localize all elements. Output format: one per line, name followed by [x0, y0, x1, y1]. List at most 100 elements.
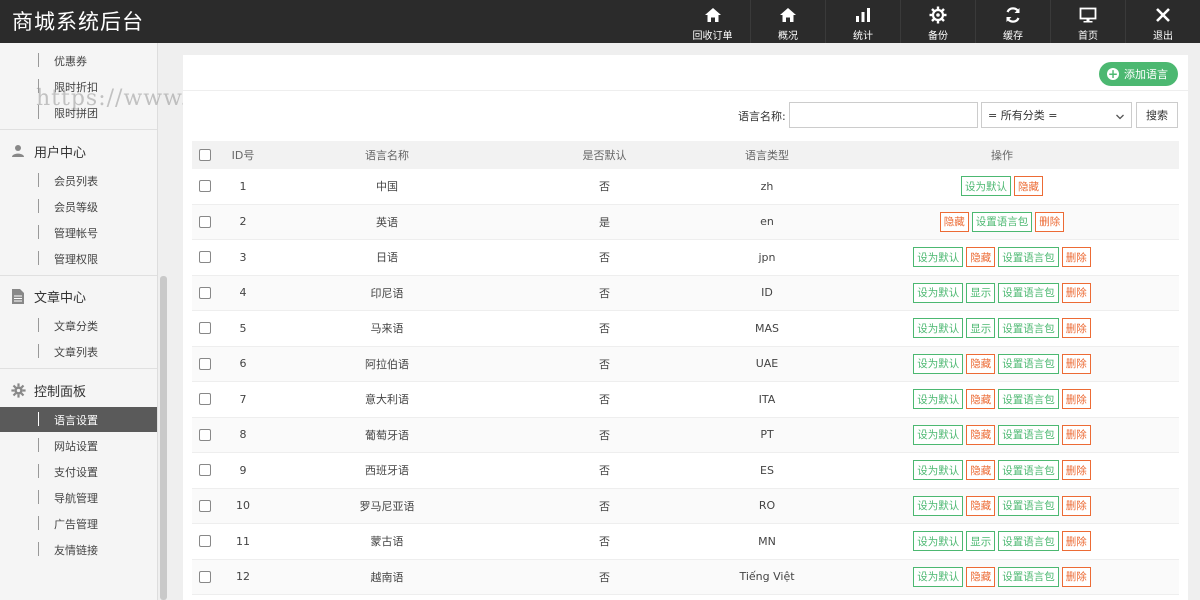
cell-is-default: 否 [599, 180, 610, 194]
set-default-button[interactable]: 设为默认 [913, 247, 964, 268]
hide-button[interactable]: 隐藏 [966, 566, 996, 587]
set-default-button[interactable]: 设为默认 [913, 389, 964, 410]
delete-button[interactable]: 删除 [1061, 495, 1091, 516]
home-icon [703, 5, 723, 25]
hide-button[interactable]: 隐藏 [939, 211, 969, 232]
language-pack-button[interactable]: 设置语言包 [998, 531, 1059, 552]
language-pack-button[interactable]: 设置语言包 [971, 211, 1033, 232]
delete-button[interactable]: 删除 [1061, 282, 1091, 303]
row-checkbox[interactable] [199, 535, 211, 548]
tree-branch [38, 464, 39, 478]
sidebar-item-payment-settings[interactable]: 支付设置 [0, 459, 157, 483]
set-default-button[interactable]: 设为默认 [913, 424, 964, 445]
language-pack-button[interactable]: 设置语言包 [998, 389, 1059, 410]
hide-button[interactable]: 隐藏 [966, 247, 996, 268]
nav-recycle-orders[interactable]: 回收订单 [675, 0, 750, 43]
delete-button[interactable]: 删除 [1061, 353, 1091, 374]
category-select[interactable]: = 所有分类 = [981, 102, 1132, 128]
delete-button[interactable]: 删除 [1061, 460, 1091, 481]
set-default-button[interactable]: 设为默认 [913, 531, 964, 552]
language-pack-button[interactable]: 设置语言包 [998, 566, 1059, 587]
show-button[interactable]: 显示 [966, 531, 996, 552]
sidebar-group-article-center[interactable]: 文章中心 [0, 284, 157, 308]
sidebar-item-coupons[interactable]: 优惠券 [0, 48, 157, 72]
sidebar-item-ad-management[interactable]: 广告管理 [0, 511, 157, 535]
nav-cache[interactable]: 缓存 [975, 0, 1050, 43]
language-pack-button[interactable]: 设置语言包 [998, 495, 1059, 516]
tree-branch [38, 173, 39, 187]
language-pack-button[interactable]: 设置语言包 [998, 318, 1059, 339]
hide-button[interactable]: 隐藏 [966, 460, 996, 481]
set-default-button[interactable]: 设为默认 [913, 495, 964, 516]
cell-language-type: en [760, 215, 774, 229]
row-checkbox[interactable] [199, 180, 211, 193]
select-all-checkbox[interactable] [199, 149, 211, 161]
delete-button[interactable]: 删除 [1061, 566, 1091, 587]
language-pack-button[interactable]: 设置语言包 [998, 247, 1059, 268]
row-checkbox[interactable] [199, 393, 211, 406]
sidebar-item-label: 会员列表 [54, 175, 98, 188]
row-checkbox[interactable] [199, 286, 211, 299]
sidebar-item-site-settings[interactable]: 网站设置 [0, 433, 157, 457]
row-checkbox[interactable] [199, 251, 211, 264]
hide-button[interactable]: 隐藏 [1014, 176, 1043, 197]
row-actions: 设为默认 显示 设置语言包 删除 [913, 531, 1091, 552]
sidebar-scrollbar[interactable] [160, 276, 167, 600]
show-button[interactable]: 显示 [966, 318, 996, 339]
sidebar-item-language-settings[interactable]: 语言设置 [0, 407, 157, 432]
hide-button[interactable]: 隐藏 [966, 495, 996, 516]
sidebar-item-admin-accounts[interactable]: 管理帐号 [0, 220, 157, 244]
nav-label: 缓存 [1003, 31, 1023, 42]
show-button[interactable]: 显示 [966, 282, 996, 303]
delete-button[interactable]: 删除 [1061, 389, 1091, 410]
nav-statistics[interactable]: 统计 [825, 0, 900, 43]
set-default-button[interactable]: 设为默认 [913, 566, 964, 587]
add-language-button[interactable]: + 添加语言 [1099, 62, 1178, 86]
language-name-input[interactable] [789, 102, 978, 128]
plus-icon: + [1107, 67, 1119, 81]
sidebar-item-admin-permissions[interactable]: 管理权限 [0, 246, 157, 270]
set-default-button[interactable]: 设为默认 [961, 176, 1011, 197]
hide-button[interactable]: 隐藏 [966, 389, 996, 410]
set-default-button[interactable]: 设为默认 [913, 318, 964, 339]
nav-overview[interactable]: 概况 [750, 0, 825, 43]
cell-language-name: 马来语 [370, 322, 404, 336]
nav-home[interactable]: 首页 [1050, 0, 1125, 43]
search-button[interactable]: 搜索 [1136, 102, 1178, 128]
set-default-button[interactable]: 设为默认 [913, 282, 964, 303]
nav-logout[interactable]: 退出 [1125, 0, 1200, 43]
row-checkbox[interactable] [199, 322, 211, 335]
delete-button[interactable]: 删除 [1061, 318, 1091, 339]
row-checkbox[interactable] [199, 570, 211, 583]
sidebar-item-member-level[interactable]: 会员等级 [0, 194, 157, 218]
nav-backup[interactable]: 备份 [900, 0, 975, 43]
row-actions: 设为默认 隐藏 [961, 176, 1043, 197]
row-checkbox[interactable] [199, 215, 211, 228]
sidebar-item-friend-links[interactable]: 友情链接 [0, 537, 157, 561]
language-pack-button[interactable]: 设置语言包 [998, 282, 1059, 303]
delete-button[interactable]: 删除 [1061, 531, 1091, 552]
set-default-button[interactable]: 设为默认 [913, 353, 964, 374]
cell-actions: 设为默认 隐藏 设置语言包 删除 [852, 489, 1152, 524]
language-pack-button[interactable]: 设置语言包 [998, 460, 1059, 481]
sidebar-item-article-list[interactable]: 文章列表 [0, 339, 157, 363]
sidebar-item-member-list[interactable]: 会员列表 [0, 168, 157, 192]
language-pack-button[interactable]: 设置语言包 [998, 353, 1059, 374]
hide-button[interactable]: 隐藏 [966, 353, 996, 374]
sidebar-group-control-panel[interactable]: 控制面板 [0, 378, 157, 402]
language-pack-button[interactable]: 设置语言包 [998, 424, 1059, 445]
delete-button[interactable]: 删除 [1061, 424, 1091, 445]
row-checkbox-cell [192, 347, 218, 382]
set-default-button[interactable]: 设为默认 [913, 460, 964, 481]
row-checkbox[interactable] [199, 464, 211, 477]
sidebar-item-nav-management[interactable]: 导航管理 [0, 485, 157, 509]
delete-button[interactable]: 删除 [1035, 211, 1065, 232]
row-checkbox[interactable] [199, 428, 211, 441]
sidebar-item-article-category[interactable]: 文章分类 [0, 313, 157, 337]
row-checkbox[interactable] [199, 357, 211, 370]
hide-button[interactable]: 隐藏 [966, 424, 996, 445]
sidebar-group-user-center[interactable]: 用户中心 [0, 139, 157, 163]
refresh-icon [1003, 5, 1023, 25]
delete-button[interactable]: 删除 [1061, 247, 1091, 268]
row-checkbox[interactable] [199, 499, 211, 512]
